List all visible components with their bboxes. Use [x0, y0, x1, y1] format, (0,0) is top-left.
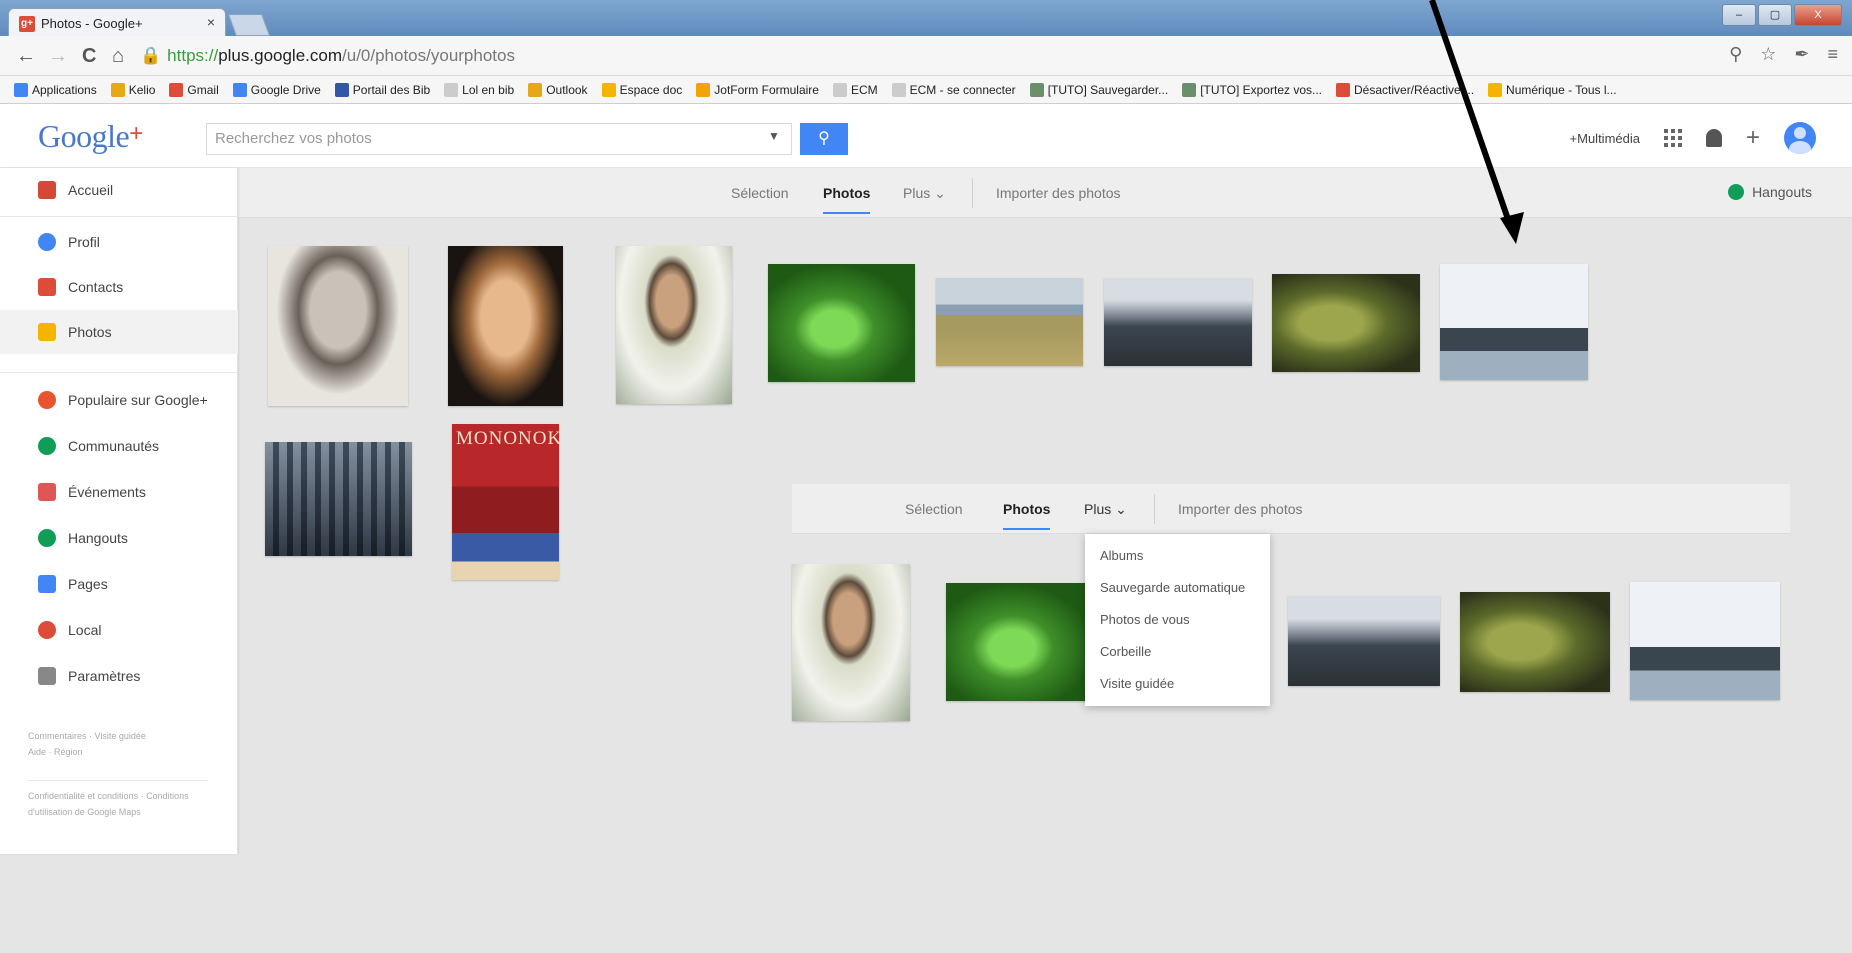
annotation-arrow	[1429, 0, 1524, 244]
